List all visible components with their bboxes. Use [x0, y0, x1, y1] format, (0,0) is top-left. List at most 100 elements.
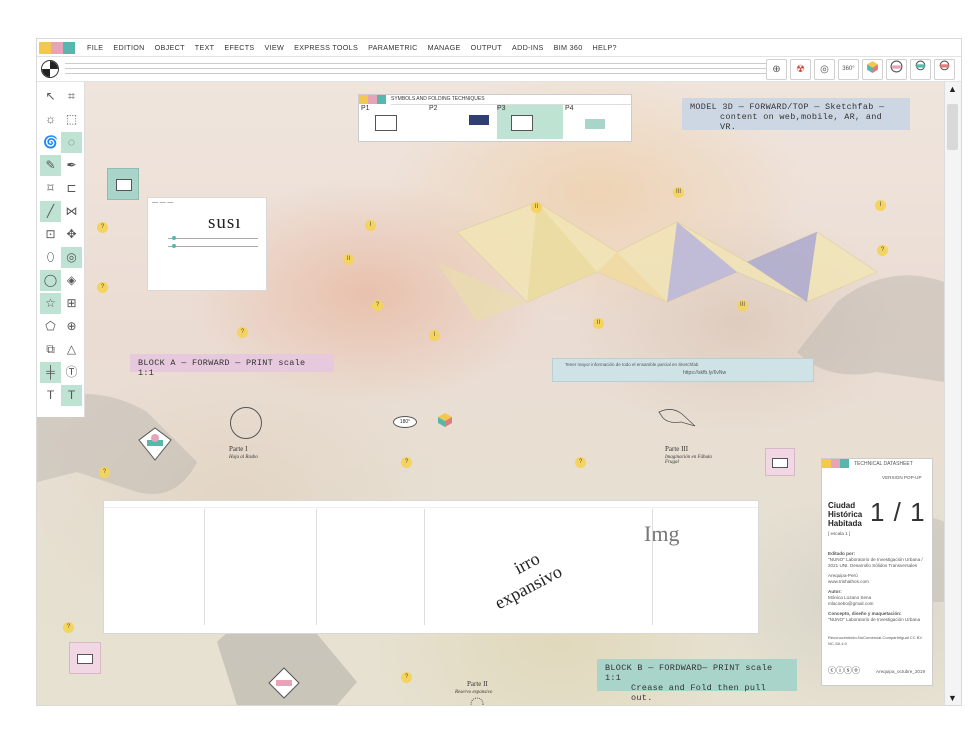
frame-icon[interactable]: ⌗: [61, 86, 82, 107]
vertical-scrollbar[interactable]: ▲ ▼: [944, 82, 961, 705]
symbol-shape: [585, 119, 605, 129]
fold-marker[interactable]: ?: [575, 457, 586, 468]
sketchfab-url[interactable]: https://skfb.ly/6vNw: [683, 370, 726, 376]
block-a-label[interactable]: BLOCK A — FORWARD — PRINT scale 1:1: [130, 354, 334, 378]
menu-file[interactable]: FILE: [82, 41, 108, 54]
text-circle-icon[interactable]: Ⓣ: [61, 362, 82, 383]
symbol-p2[interactable]: P2: [429, 105, 495, 139]
print-sheet-block-b[interactable]: irro expansivo Img: [103, 500, 759, 634]
hazard-icon[interactable]: ☢: [790, 59, 811, 80]
type-icon[interactable]: T: [40, 385, 61, 406]
dandelion-sketch-icon: [470, 697, 484, 705]
block-b-label[interactable]: BLOCK B — FORDWARD— PRINT scale 1:1 Crea…: [597, 659, 797, 703]
fold-marker[interactable]: II: [531, 202, 542, 213]
technical-datasheet[interactable]: TECHNICAL DATASHEET VERSION POP-UP Ciuda…: [821, 458, 933, 686]
menu-text[interactable]: TEXT: [190, 41, 220, 54]
fold-marker[interactable]: II: [343, 254, 354, 265]
select-arrow-icon[interactable]: ↖: [40, 86, 61, 107]
drop-icon[interactable]: ⬯: [40, 247, 61, 268]
scroll-down-icon[interactable]: ▼: [948, 693, 957, 703]
cube-icon[interactable]: [862, 59, 883, 80]
cut-icon[interactable]: ⋈: [61, 201, 82, 222]
folded-3d-model[interactable]: [417, 162, 887, 332]
resize-icon[interactable]: ⊡: [40, 224, 61, 245]
print-sheet-susi[interactable]: — — — susı: [147, 197, 267, 291]
model-3d-label[interactable]: MODEL 3D — FORWARD/TOP — Sketchfab — con…: [682, 98, 910, 132]
fold-marker[interactable]: I: [429, 330, 440, 341]
pen-icon[interactable]: ✒: [61, 155, 82, 176]
symbol-p1[interactable]: P1: [361, 105, 427, 139]
layers-icon[interactable]: ◈: [61, 270, 82, 291]
menu-edition[interactable]: EDITION: [108, 41, 149, 54]
fold-marker[interactable]: II: [593, 318, 604, 329]
menu-parametric[interactable]: PARAMETRIC: [363, 41, 423, 54]
block-card-teal[interactable]: [107, 168, 139, 200]
pencil-icon[interactable]: ✎: [40, 155, 61, 176]
vr-person-icon[interactable]: [910, 59, 931, 80]
menu-object[interactable]: OBJECT: [150, 41, 190, 54]
fold-marker[interactable]: ?: [97, 222, 108, 233]
menu-add-ins[interactable]: ADD-INS: [507, 41, 549, 54]
spiral-icon[interactable]: 🌀: [40, 132, 61, 153]
fold-marker[interactable]: ?: [97, 282, 108, 293]
menu-manage[interactable]: MANAGE: [423, 41, 466, 54]
rotate-360-label: 360°: [842, 66, 855, 72]
block-card-pink[interactable]: [765, 448, 795, 476]
circle-select-icon[interactable]: ◯: [40, 270, 61, 291]
rotate-180-icon[interactable]: 180°: [393, 416, 417, 428]
menu-express-tools[interactable]: EXPRESS TOOLS: [289, 41, 363, 54]
crop-icon[interactable]: ⌑: [40, 178, 61, 199]
app-logo-icon[interactable]: [41, 60, 59, 78]
fold-marker[interactable]: III: [737, 300, 748, 311]
compass-icon[interactable]: ✥: [61, 224, 82, 245]
fold-marker[interactable]: ?: [99, 467, 110, 478]
align-icon[interactable]: ╪: [40, 362, 61, 383]
fold-marker[interactable]: ?: [372, 300, 383, 311]
fold-marker[interactable]: ?: [63, 622, 74, 633]
datasheet-scale: 1 / 1: [870, 497, 926, 527]
toolbar-icons: ⊕ ☢ ◎ 360°: [766, 59, 955, 80]
grid-icon[interactable]: ⊞: [61, 293, 82, 314]
fold-marker[interactable]: ?: [237, 327, 248, 338]
swatch-teal: [840, 459, 849, 468]
shapes-icon[interactable]: ⬠: [40, 316, 61, 337]
fold-marker[interactable]: ?: [877, 245, 888, 256]
susi-text: susı: [208, 212, 242, 233]
menu-view[interactable]: VIEW: [260, 41, 290, 54]
scroll-thumb[interactable]: [947, 104, 958, 150]
block-card-pink-bottom[interactable]: [69, 642, 101, 674]
symbols-panel[interactable]: SYMBOLS AND FOLDING TECHNIQUES P1 P2 P3 …: [358, 94, 632, 142]
lasso-icon[interactable]: ◌: [61, 132, 82, 153]
menu-bim-360[interactable]: BIM 360: [549, 41, 588, 54]
crosshair-icon[interactable]: ⊕: [766, 59, 787, 80]
target-icon[interactable]: ◎: [814, 59, 835, 80]
symbol-p4[interactable]: P4: [565, 105, 631, 139]
vr-user-icon[interactable]: [934, 59, 955, 80]
gem-emblem-icon[interactable]: [137, 426, 173, 462]
dotted-frame-icon[interactable]: ⬚: [61, 109, 82, 130]
fold-marker[interactable]: III: [673, 187, 684, 198]
type2-icon[interactable]: T: [61, 385, 82, 406]
vr-headset-icon[interactable]: [886, 59, 907, 80]
scroll-up-icon[interactable]: ▲: [948, 84, 957, 94]
triangle-icon[interactable]: △: [61, 339, 82, 360]
sketchfab-info-strip[interactable]: Tener mayor información de todo el ensam…: [552, 358, 814, 382]
crop2-icon[interactable]: ⊏: [61, 178, 82, 199]
mask-icon[interactable]: ◎: [61, 247, 82, 268]
menu-output[interactable]: OUTPUT: [466, 41, 507, 54]
symbol-p3[interactable]: P3: [497, 105, 563, 139]
fold-marker[interactable]: I: [365, 220, 376, 231]
brush-icon[interactable]: ╱: [40, 201, 61, 222]
box-icon[interactable]: ⧉: [40, 339, 61, 360]
fold-marker[interactable]: ?: [401, 672, 412, 683]
rotate-360-icon[interactable]: 360°: [838, 59, 859, 80]
star-icon[interactable]: ☆: [40, 293, 61, 314]
gem-emblem-bottom-icon[interactable]: [267, 666, 301, 700]
menu-efects[interactable]: EFECTS: [219, 41, 259, 54]
fold-marker[interactable]: I: [875, 200, 886, 211]
menu-help[interactable]: HELP?: [588, 41, 622, 54]
fold-marker[interactable]: ?: [401, 457, 412, 468]
globe-icon[interactable]: ⊕: [61, 316, 82, 337]
sun-icon[interactable]: ☼: [40, 109, 61, 130]
drawing-canvas[interactable]: I II II III I ? II III I ? ? ? ? ? ? ? ?…: [37, 82, 945, 705]
